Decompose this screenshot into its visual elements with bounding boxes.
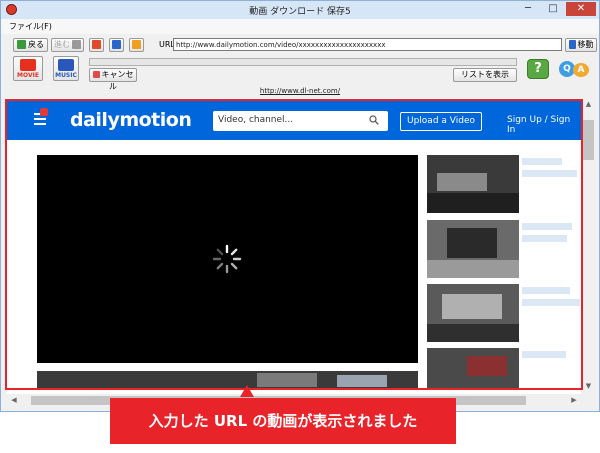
callout-label: 入力した URL の動画が表示されました bbox=[110, 398, 456, 444]
go-label: 移動 bbox=[577, 40, 594, 49]
home-icon bbox=[112, 40, 121, 49]
scroll-up-icon[interactable]: ▲ bbox=[581, 100, 596, 109]
minimize-button[interactable]: ─ bbox=[516, 2, 540, 16]
music-note-icon bbox=[58, 59, 74, 71]
movie-label: MOVIE bbox=[17, 72, 39, 79]
scroll-right-icon[interactable]: ▶ bbox=[569, 396, 579, 405]
back-button[interactable]: 戻る bbox=[13, 38, 48, 52]
movie-icon bbox=[20, 59, 36, 71]
favorite-icon bbox=[132, 40, 141, 49]
cancel-button[interactable]: キャンセル bbox=[89, 68, 137, 91]
go-arrow-icon bbox=[568, 40, 576, 49]
highlight-box bbox=[5, 99, 583, 390]
home-button[interactable] bbox=[109, 38, 124, 52]
go-button[interactable]: 移動 bbox=[565, 38, 597, 52]
forward-button[interactable]: 進む bbox=[51, 38, 84, 52]
maximize-button[interactable]: □ bbox=[541, 2, 565, 16]
reload-button[interactable] bbox=[89, 38, 104, 52]
title-bar: 動画 ダウンロード 保存5 ─ □ ✕ bbox=[1, 1, 599, 19]
back-arrow-icon bbox=[17, 40, 26, 49]
site-link[interactable]: http://www.dl-net.com/ bbox=[1, 87, 599, 95]
scroll-down-icon[interactable]: ▼ bbox=[581, 382, 596, 391]
vertical-scroll-thumb[interactable] bbox=[583, 120, 594, 160]
scroll-left-icon[interactable]: ◀ bbox=[9, 396, 19, 405]
menu-bar: ファイル(F) bbox=[1, 19, 599, 34]
url-input[interactable] bbox=[173, 38, 562, 51]
cancel-icon bbox=[92, 71, 100, 78]
movie-button[interactable]: MOVIE bbox=[13, 56, 43, 81]
music-label: MUSIC bbox=[55, 72, 77, 79]
show-list-button[interactable]: リストを表示 bbox=[453, 68, 517, 82]
forward-arrow-icon bbox=[72, 40, 81, 49]
window-title: 動画 ダウンロード 保存5 bbox=[249, 7, 351, 17]
close-button[interactable]: ✕ bbox=[566, 2, 596, 16]
menu-file[interactable]: ファイル(F) bbox=[9, 21, 52, 32]
vertical-scrollbar[interactable]: ▲ ▼ bbox=[581, 98, 596, 394]
qa-a-icon: A bbox=[573, 63, 589, 77]
download-progress-bar bbox=[89, 58, 517, 66]
qa-button[interactable]: Q A bbox=[559, 61, 591, 77]
callout-pointer bbox=[240, 385, 254, 397]
reload-icon bbox=[92, 40, 101, 49]
music-button[interactable]: MUSIC bbox=[53, 56, 79, 81]
forward-label: 進む bbox=[54, 40, 70, 49]
favorite-button[interactable] bbox=[129, 38, 144, 52]
back-label: 戻る bbox=[28, 40, 44, 49]
help-button[interactable]: ? bbox=[527, 59, 549, 79]
